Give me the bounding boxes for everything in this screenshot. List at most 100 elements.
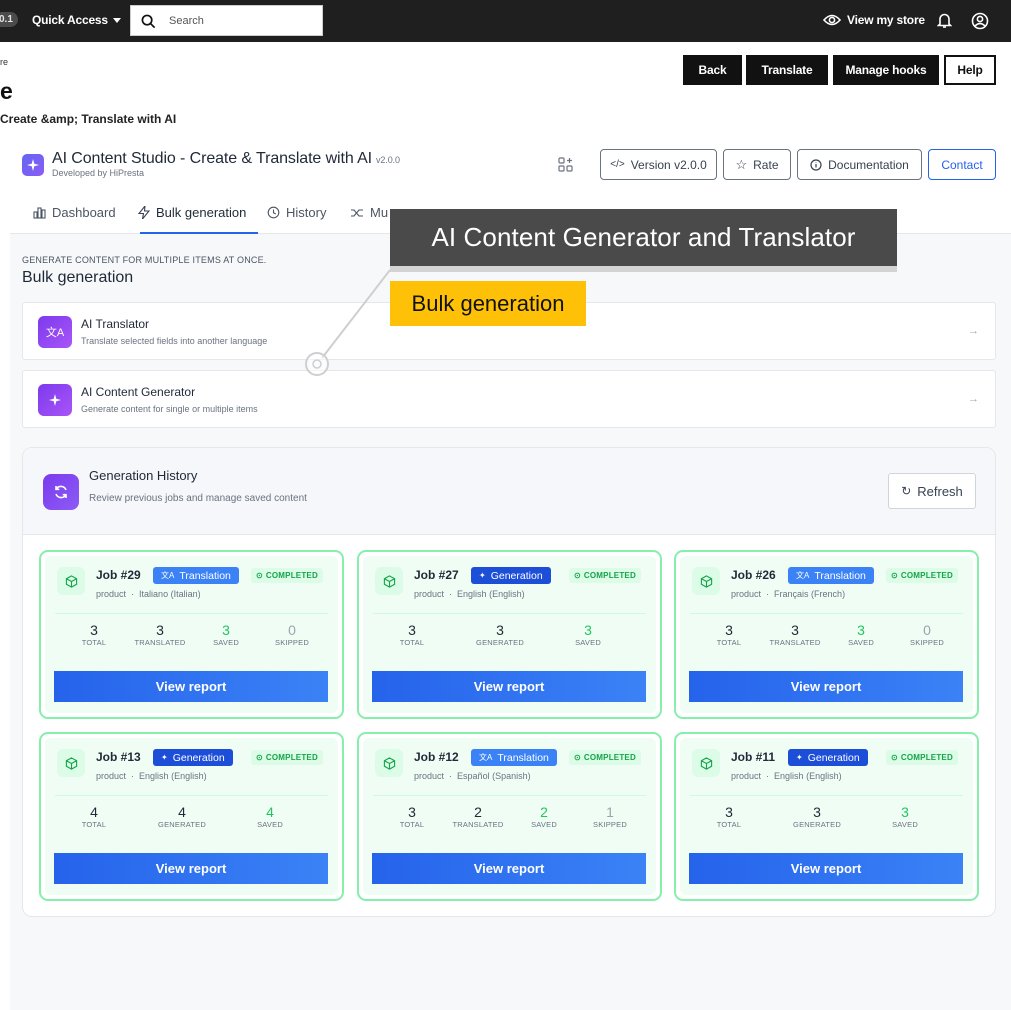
page-subtitle: Create &amp; Translate with AI	[0, 112, 177, 126]
refresh-button[interactable]: ↻ Refresh	[888, 473, 976, 509]
job-entity: product	[731, 771, 762, 781]
tab-history[interactable]: History	[267, 205, 326, 220]
help-button[interactable]: Help	[944, 55, 996, 85]
sparkle-icon: ✦	[479, 571, 486, 580]
job-stat: 4 SAVED	[240, 804, 300, 829]
job-type-label: Generation	[807, 751, 860, 764]
translate-icon: 文A	[161, 571, 175, 580]
divider	[373, 795, 646, 796]
tab-dashboard[interactable]: Dashboard	[33, 205, 116, 220]
translate-icon: 文A	[38, 316, 72, 348]
job-stat-label: TOTAL	[81, 638, 107, 647]
apps-icon[interactable]	[558, 157, 573, 172]
meta-dot: ·	[128, 589, 140, 599]
job-stat: 3 TOTAL	[699, 804, 759, 829]
job-type-label: Translation	[179, 569, 231, 582]
job-stat-value: 3	[90, 622, 98, 638]
job-type-label: Translation	[497, 751, 549, 764]
job-type-label: Translation	[814, 569, 866, 582]
ai-content-generator-card[interactable]: AI Content Generator Generate content fo…	[22, 370, 996, 428]
view-report-button[interactable]: View report	[372, 853, 646, 884]
status-label: COMPLETED	[900, 571, 953, 580]
status-label: COMPLETED	[265, 571, 318, 580]
job-stat: 3 TRANSLATED	[765, 622, 825, 647]
annotation-secondary-callout: Bulk generation	[390, 281, 586, 326]
job-stat-label: TOTAL	[81, 820, 107, 829]
job-stat-label: TRANSLATED	[769, 638, 821, 647]
contact-button[interactable]: Contact	[928, 149, 996, 180]
job-type-label: Generation	[172, 751, 225, 764]
job-entity: product	[96, 589, 127, 599]
view-report-button[interactable]: View report	[689, 671, 963, 702]
job-stat-label: SKIPPED	[593, 820, 627, 829]
star-icon: ☆	[735, 156, 748, 172]
job-language: Français (French)	[774, 589, 846, 599]
history-title: Generation History	[89, 468, 198, 483]
cube-icon	[692, 567, 720, 595]
divider	[55, 795, 328, 796]
divider	[690, 795, 963, 796]
search-icon	[141, 14, 156, 29]
manage-hooks-button[interactable]: Manage hooks	[833, 55, 939, 85]
view-report-button[interactable]: View report	[54, 853, 328, 884]
job-card: Job #12 文A Translation ⊙ COMPLETED produ…	[357, 732, 662, 901]
view-my-store-link[interactable]: View my store	[823, 13, 925, 27]
history-description: Review previous jobs and manage saved co…	[89, 493, 307, 504]
job-language: Español (Spanish)	[457, 771, 531, 781]
back-button[interactable]: Back	[683, 55, 742, 85]
version-button[interactable]: </> Version v2.0.0	[600, 149, 717, 180]
job-type-badge: 文A Translation	[153, 567, 239, 584]
documentation-button[interactable]: Documentation	[797, 149, 922, 180]
job-entity: product	[414, 771, 445, 781]
job-stat-value: 0	[288, 622, 296, 638]
job-stat-value: 3	[725, 622, 733, 638]
tab-multi[interactable]: Mu	[350, 205, 388, 220]
page-title: e	[0, 78, 13, 104]
quick-access-menu[interactable]: Quick Access	[32, 13, 121, 27]
chart-icon	[33, 207, 46, 219]
tab-bulk-generation[interactable]: Bulk generation	[138, 205, 246, 220]
shuffle-icon	[351, 208, 363, 217]
job-stat: 3 SAVED	[875, 804, 935, 829]
job-stat: 4 GENERATED	[152, 804, 212, 829]
job-stat-value: 3	[791, 622, 799, 638]
search-input[interactable]: Search	[130, 5, 323, 36]
job-stat: 3 GENERATED	[470, 622, 530, 647]
job-stat-label: TRANSLATED	[134, 638, 186, 647]
job-stat: 0 SKIPPED	[897, 622, 957, 647]
refresh-icon: ↻	[901, 484, 912, 498]
meta-dot: ·	[763, 589, 775, 599]
status-badge: ⊙ COMPLETED	[886, 750, 958, 765]
job-entity: product	[96, 771, 127, 781]
job-stat: 4 TOTAL	[64, 804, 124, 829]
job-stat-value: 0	[923, 622, 931, 638]
documentation-button-label: Documentation	[828, 157, 909, 172]
job-meta: product · English (English)	[414, 589, 525, 599]
view-report-button[interactable]: View report	[54, 671, 328, 702]
user-icon[interactable]	[971, 12, 989, 30]
job-stat: 3 TOTAL	[382, 804, 442, 829]
job-stat-label: SAVED	[892, 820, 918, 829]
check-circle-icon: ⊙	[891, 753, 898, 762]
translate-button[interactable]: Translate	[746, 55, 828, 85]
breadcrumb[interactable]: re	[0, 57, 8, 67]
version-badge: 0.1	[0, 12, 18, 27]
job-stat-label: SKIPPED	[910, 638, 944, 647]
job-stat-value: 1	[606, 804, 614, 820]
bell-icon[interactable]	[937, 12, 952, 29]
rate-button[interactable]: ☆ Rate	[723, 149, 791, 180]
translate-icon: 文A	[796, 571, 810, 580]
job-stat-label: SKIPPED	[275, 638, 309, 647]
card-description: Generate content for single or multiple …	[81, 404, 258, 414]
view-report-button[interactable]: View report	[689, 853, 963, 884]
chevron-down-icon	[112, 18, 121, 24]
job-stat-value: 3	[857, 622, 865, 638]
job-card: Job #26 文A Translation ⊙ COMPLETED produ…	[674, 550, 979, 719]
divider	[690, 613, 963, 614]
job-stat-value: 2	[540, 804, 548, 820]
job-stat-label: SAVED	[848, 638, 874, 647]
job-stat-label: SAVED	[257, 820, 283, 829]
check-circle-icon: ⊙	[256, 571, 263, 580]
view-report-button[interactable]: View report	[372, 671, 646, 702]
job-card: Job #13 ✦ Generation ⊙ COMPLETED product…	[39, 732, 344, 901]
